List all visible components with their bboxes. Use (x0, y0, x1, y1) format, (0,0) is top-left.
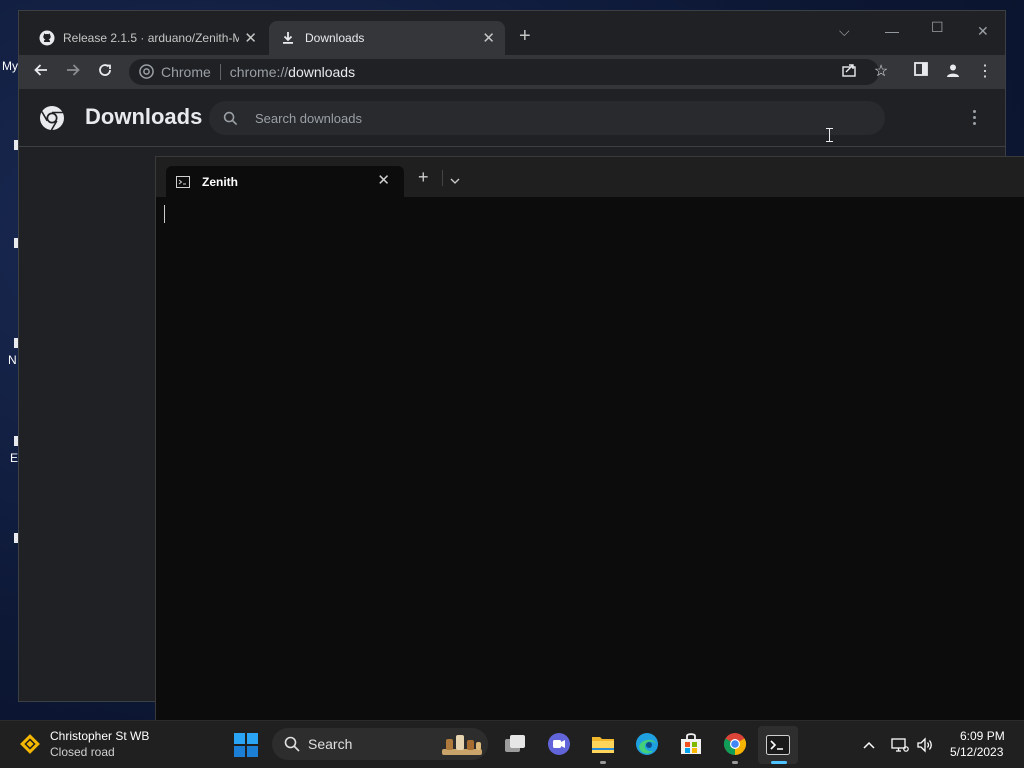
new-tab-plus-icon[interactable]: + (519, 25, 531, 48)
active-app-indicator (771, 761, 787, 764)
omnibox-divider (219, 64, 221, 80)
url-text: chrome://downloads (229, 64, 356, 80)
volume-icon[interactable] (916, 737, 934, 753)
close-window-icon[interactable]: ✕ (977, 23, 989, 40)
terminal-tab-label: Zenith (202, 174, 238, 189)
clock-date[interactable]: 5/12/2023 (950, 745, 1003, 759)
desktop-icon-label: E (10, 451, 19, 465)
github-icon (39, 30, 55, 46)
address-bar[interactable]: Chrome chrome://downloads (129, 59, 879, 85)
tab-label: Downloads (305, 31, 365, 45)
chrome-logo-icon (139, 64, 154, 79)
desktop-icon-label: N (8, 353, 17, 367)
search-icon (284, 736, 300, 752)
profile-avatar-icon[interactable] (943, 62, 963, 82)
desktop-icon-label: My (2, 59, 18, 73)
chrome-menu-icon[interactable]: ⋮ (975, 62, 995, 82)
teams-chat-icon[interactable] (546, 731, 572, 757)
bookmark-star-icon[interactable]: ☆ (871, 62, 891, 82)
terminal-icon (176, 175, 190, 188)
taskbar: Christopher St WB Closed road Search 6:0… (0, 720, 1024, 768)
chevron-up-icon[interactable] (863, 741, 875, 749)
taskbar-search-label: Search (308, 736, 353, 752)
running-indicator (732, 761, 738, 764)
terminal-tab-dropdown-icon[interactable] (442, 170, 443, 186)
reload-icon[interactable] (95, 62, 115, 82)
microsoft-store-icon[interactable] (678, 731, 704, 757)
chrome-toolbar: Chrome chrome://downloads ☆ ⋮ (19, 55, 1005, 89)
weather-widget-subtitle: Closed road (50, 745, 115, 759)
terminal-icon (766, 735, 790, 755)
file-explorer-icon[interactable] (590, 731, 616, 757)
terminal-tabbar: Zenith ✕ + (156, 157, 1024, 197)
terminal-tab-zenith[interactable]: Zenith ✕ (166, 166, 404, 197)
side-panel-icon[interactable] (911, 62, 931, 82)
terminal-caret (164, 205, 165, 223)
chrome-tabstrip: Release 2.1.5 · arduano/Zenith-M ✕ Downl… (19, 11, 1005, 55)
tab-label: Release 2.1.5 · arduano/Zenith-M (63, 31, 239, 45)
terminal-new-tab-plus-icon[interactable]: + (418, 167, 429, 188)
tab-close-icon[interactable]: ✕ (482, 29, 495, 47)
share-icon[interactable] (839, 62, 859, 82)
tab-search-chevron-icon[interactable]: ⌵ (839, 23, 850, 40)
search-downloads-input[interactable]: Search downloads (209, 101, 885, 135)
tab-github-release[interactable]: Release 2.1.5 · arduano/Zenith-M ✕ (29, 21, 267, 55)
downloads-menu-icon[interactable] (973, 110, 977, 128)
terminal-taskbar-button[interactable] (758, 726, 798, 764)
back-arrow-icon[interactable] (31, 62, 51, 82)
page-title: Downloads (85, 104, 203, 129)
tab-close-icon[interactable]: ✕ (244, 29, 257, 47)
taskbar-search-box[interactable]: Search (272, 728, 488, 760)
running-indicator (600, 761, 606, 764)
search-placeholder: Search downloads (255, 110, 362, 126)
task-view-icon[interactable] (502, 731, 528, 757)
network-icon[interactable] (891, 737, 909, 753)
windows-start-icon[interactable] (234, 733, 258, 757)
chrome-logo-icon (40, 106, 64, 131)
chevron-down-icon[interactable] (450, 178, 460, 184)
maximize-icon[interactable]: ☐ (931, 19, 944, 36)
search-icon (223, 111, 238, 126)
search-highlight-illustration-icon (442, 735, 482, 755)
download-icon (283, 32, 293, 44)
road-closed-warning-icon[interactable] (19, 733, 41, 755)
weather-widget-title[interactable]: Christopher St WB (50, 729, 149, 743)
site-label: Chrome (161, 64, 211, 80)
tab-downloads[interactable]: Downloads ✕ (269, 21, 505, 55)
minimize-icon[interactable]: — (885, 23, 899, 39)
terminal-tab-close-icon[interactable]: ✕ (377, 171, 390, 189)
downloads-header: Downloads Search downloads (19, 90, 1005, 147)
text-cursor-icon (826, 128, 833, 142)
chrome-taskbar-icon[interactable] (722, 731, 748, 757)
terminal-window[interactable]: Zenith ✕ + (155, 156, 1024, 720)
edge-browser-icon[interactable] (634, 731, 660, 757)
forward-arrow-icon[interactable] (63, 62, 83, 82)
clock-time[interactable]: 6:09 PM (960, 729, 1005, 743)
